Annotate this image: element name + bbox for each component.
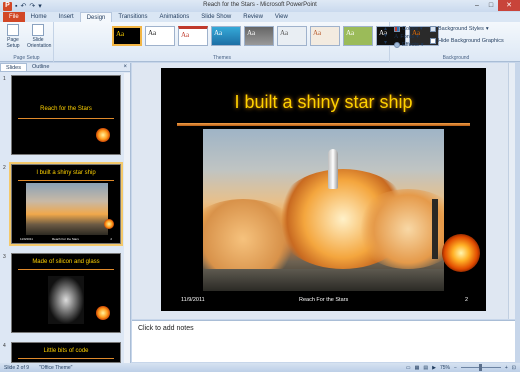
window-title: Reach for the Stars - Microsoft PowerPoi… <box>203 2 317 8</box>
slide-title: Reach for the Stars <box>40 106 92 112</box>
slide-title: I built a shiny star ship <box>36 170 96 176</box>
tab-slide-show[interactable]: Slide Show <box>195 12 237 22</box>
fonts-button[interactable]: A Fonts ▾ <box>394 33 423 41</box>
slide-number: 4 <box>3 343 6 349</box>
tab-transitions[interactable]: Transitions <box>112 12 153 22</box>
themes-group: Aa Aa Aa Aa Aa Aa Aa Aa Aa Aa ▴ ▾ ▾ Themes <box>55 22 439 62</box>
sun-image <box>104 219 114 229</box>
panel-close-icon[interactable]: × <box>123 64 127 70</box>
ribbon: Page Setup Slide Orientation Page Setup … <box>0 22 520 62</box>
theme-thumb-austin[interactable]: Aa <box>343 26 373 46</box>
theme-name: "Office Theme" <box>39 364 73 371</box>
notes-placeholder: Click to add notes <box>138 325 194 332</box>
slide-title: Little bits of code <box>43 348 89 354</box>
ribbon-tabs: File Home Insert Design Transitions Anim… <box>0 12 520 22</box>
zoom-slider[interactable] <box>460 364 501 371</box>
slide-counter: Slide 2 of 9 <box>4 364 30 371</box>
rocket-launch-photo <box>26 183 108 235</box>
panel-tabs: Slides Outline <box>0 63 130 72</box>
sun-image <box>96 128 110 142</box>
rocket-launch-photo[interactable] <box>203 129 444 291</box>
theme-gallery: Aa Aa Aa Aa Aa Aa Aa Aa Aa Aa <box>112 26 439 46</box>
hide-background-graphics-checkbox[interactable]: Hide Background Graphics <box>430 37 504 45</box>
tab-insert[interactable]: Insert <box>53 12 80 22</box>
close-icon[interactable]: ✕ <box>498 0 520 11</box>
tab-outline[interactable]: Outline <box>27 63 54 71</box>
slides-panel: Slides Outline × 1 Reach for the Stars 2… <box>0 63 131 363</box>
current-slide[interactable]: I built a shiny star ship 11/9/2011 Reac… <box>161 68 486 311</box>
space-shuttle <box>328 149 338 189</box>
zoom-in-icon[interactable]: + <box>505 365 508 371</box>
background-styles-button[interactable]: Background Styles ▾ <box>430 25 504 33</box>
launch-tower <box>432 199 438 259</box>
slideshow-icon[interactable]: ▶ <box>432 365 436 371</box>
theme-thumb-current[interactable]: Aa <box>112 26 142 46</box>
slide-vertical-scrollbar[interactable] <box>508 63 515 319</box>
tab-home[interactable]: Home <box>25 12 53 22</box>
slide-title[interactable]: I built a shiny star ship <box>161 92 486 113</box>
slide-number: 2 <box>3 165 6 171</box>
page-setup-group: Page Setup Slide Orientation Page Setup <box>0 22 54 62</box>
tab-view[interactable]: View <box>269 12 294 22</box>
reading-view-icon[interactable]: ▤ <box>423 365 428 371</box>
sun-image <box>442 234 480 272</box>
fit-slide-icon[interactable]: ⊡ <box>512 365 516 371</box>
checkbox-icon <box>430 38 436 44</box>
theme-thumb-apothecary[interactable]: Aa <box>277 26 307 46</box>
slide-orientation-button[interactable]: Slide Orientation <box>27 24 51 49</box>
normal-view-icon[interactable]: ▭ <box>406 365 411 371</box>
tab-file[interactable]: File <box>3 12 25 22</box>
silicon-image <box>48 276 84 324</box>
theme-thumb-office[interactable]: Aa <box>145 26 175 46</box>
maximize-icon[interactable]: □ <box>484 0 498 11</box>
minimize-icon[interactable]: – <box>470 0 484 11</box>
page-setup-button[interactable]: Page Setup <box>2 24 24 49</box>
slide-footer: Reach For the Stars <box>299 297 349 303</box>
view-controls: ▭ ▦ ▤ ▶ 75% − + ⊡ <box>406 364 516 371</box>
orientation-icon <box>32 24 44 36</box>
colors-button[interactable]: Colors ▾ <box>394 25 423 33</box>
title-underline <box>177 123 470 126</box>
effects-icon <box>394 42 400 48</box>
slide-editing-area: I built a shiny star ship 11/9/2011 Reac… <box>132 63 515 319</box>
colors-icon <box>394 26 400 32</box>
slide-page-number: 2 <box>464 297 468 303</box>
theme-options: Colors ▾ A Fonts ▾ Effects ▾ Background S… <box>392 22 520 62</box>
fonts-icon: A <box>394 34 399 40</box>
tab-review[interactable]: Review <box>237 12 269 22</box>
slide-date: 11/9/2011 <box>181 297 205 303</box>
page-setup-icon <box>7 24 19 36</box>
status-bar: Slide 2 of 9 "Office Theme" ▭ ▦ ▤ ▶ 75% … <box>0 363 520 372</box>
zoom-level[interactable]: 75% <box>440 365 450 371</box>
zoom-out-icon[interactable]: − <box>454 365 457 371</box>
tab-animations[interactable]: Animations <box>154 12 196 22</box>
theme-thumb-aspect[interactable]: Aa <box>310 26 340 46</box>
notes-pane[interactable]: Click to add notes <box>132 320 515 362</box>
theme-thumb-apex[interactable]: Aa <box>244 26 274 46</box>
slide-number: 3 <box>3 254 6 260</box>
tab-design[interactable]: Design <box>79 12 113 22</box>
theme-thumb-angles[interactable]: Aa <box>211 26 241 46</box>
theme-gallery-scroll[interactable]: ▴ ▾ ▾ <box>384 26 387 47</box>
background-styles-icon <box>430 26 436 32</box>
slides-panel-scrollbar[interactable] <box>124 73 130 363</box>
page-setup-group-label: Page Setup <box>13 55 40 61</box>
slide-title: Made of silicon and glass <box>32 259 100 265</box>
slide-number: 1 <box>3 76 6 82</box>
effects-button[interactable]: Effects ▾ <box>394 41 423 49</box>
sun-image <box>96 306 110 320</box>
window-controls: – □ ✕ <box>470 0 520 11</box>
title-bar: P ▪ ↶ ↷ ▾ Reach for the Stars - Microsof… <box>0 0 520 12</box>
theme-thumb-adjacency[interactable]: Aa <box>178 26 208 46</box>
tab-slides[interactable]: Slides <box>0 63 27 71</box>
background-group-label: Background <box>442 55 470 61</box>
slide-sorter-icon[interactable]: ▦ <box>415 365 420 371</box>
themes-group-label: Themes <box>212 55 232 61</box>
